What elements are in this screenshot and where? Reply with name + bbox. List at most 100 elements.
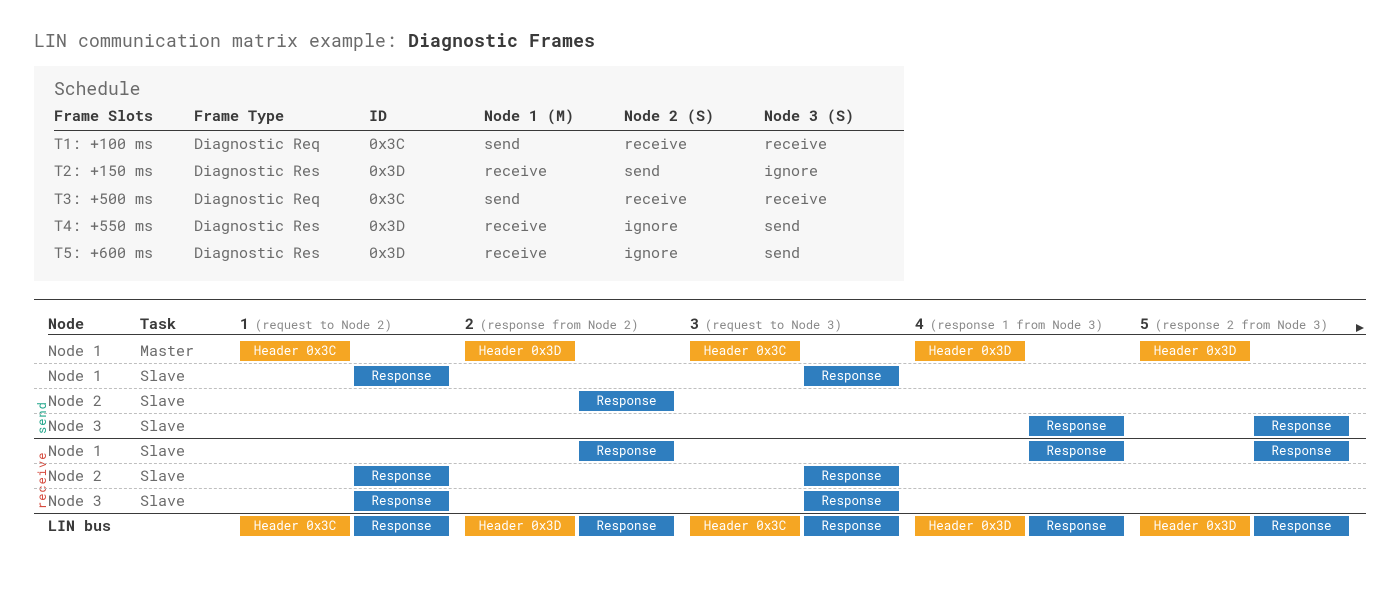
response-chip: Response [1254,516,1349,536]
schedule-id: 0x3D [369,158,484,185]
schedule-type: Diagnostic Res [194,213,369,240]
timeline-cell: Header 0x3C Response [684,516,909,536]
schedule-node1: receive [484,158,624,185]
schedule-id: 0x3C [369,186,484,213]
timeline-cell: Response [234,491,459,511]
response-chip: Response [1029,516,1124,536]
title-strong: Diagnostic Frames [408,28,595,52]
response-chip: Response [1029,416,1124,436]
timeline-row: Node 3 Slave Response Response [34,488,1366,513]
schedule-type: Diagnostic Res [194,240,369,267]
timeline-header-row: Node Task 1 (request to Node 2) 2 (respo… [34,310,1366,338]
page-title: LIN communication matrix example: Diagno… [34,28,1366,52]
schedule-type: Diagnostic Req [194,131,369,159]
timeline-panel: Node Task 1 (request to Node 2) 2 (respo… [34,310,1366,538]
response-chip: Response [1254,441,1349,461]
schedule-node1: receive [484,213,624,240]
node-label: Node 2 [48,391,140,411]
response-chip: Response [804,491,899,511]
section-divider [34,299,1366,300]
schedule-node2: ignore [624,240,764,267]
schedule-node2: receive [624,131,764,159]
timeline-cell: Response [459,391,684,411]
timeline-row: Node 1 Slave Response Response [34,363,1366,388]
schedule-node1: send [484,131,624,159]
timeline-cell: Header 0x3D [909,341,1134,361]
header-chip: Header 0x3D [1140,341,1250,361]
node-label: Node 1 [48,366,140,386]
schedule-node3: receive [764,186,904,213]
schedule-row: T4: +550 ms Diagnostic Res 0x3D receive … [54,213,904,240]
title-prefix: LIN communication matrix example: [34,28,408,52]
header-chip: Header 0x3C [690,516,800,536]
slot-desc: (response from Node 2) [480,317,638,333]
schedule-col-header: Node 2 (S) [624,104,764,131]
timeline-row: Node 1 Slave Response Response Response [34,438,1366,463]
task-label: Slave [140,391,185,411]
schedule-node3: ignore [764,158,904,185]
node-label: Node 2 [48,466,140,486]
schedule-id: 0x3D [369,240,484,267]
schedule-row: T1: +100 ms Diagnostic Req 0x3C send rec… [54,131,904,159]
header-chip: Header 0x3C [240,516,350,536]
node-label: Node 3 [48,416,140,436]
slot-number: 4 [915,314,924,334]
timeline-cell: Header 0x3D [459,341,684,361]
task-label: Master [140,341,194,361]
schedule-id: 0x3D [369,213,484,240]
task-label: Slave [140,491,185,511]
schedule-col-header: Frame Slots [54,104,194,131]
schedule-panel: Schedule Frame SlotsFrame TypeIDNode 1 (… [34,66,904,281]
node-label: Node 1 [48,341,140,361]
header-chip: Header 0x3C [690,341,800,361]
header-chip: Header 0x3D [915,341,1025,361]
timeline-cell: Response [234,366,459,386]
schedule-node3: send [764,240,904,267]
timeline-cell: Header 0x3D Response [1134,516,1359,536]
timeline-cell: Header 0x3D [1134,341,1359,361]
timeline-cell: Response [684,366,909,386]
header-chip: Header 0x3D [915,516,1025,536]
schedule-row: T2: +150 ms Diagnostic Res 0x3D receive … [54,158,904,185]
node-label: LIN bus [48,516,140,536]
schedule-row: T5: +600 ms Diagnostic Res 0x3D receive … [54,240,904,267]
schedule-slot: T5: +600 ms [54,240,194,267]
response-chip: Response [1029,441,1124,461]
schedule-node1: receive [484,240,624,267]
response-chip: Response [1254,416,1349,436]
response-chip: Response [354,366,449,386]
schedule-type: Diagnostic Res [194,158,369,185]
timeline-cell: Header 0x3D Response [909,516,1134,536]
timeline-slot-header: 4 (response 1 from Node 3) [909,314,1134,334]
timeline-head-task: Task [140,314,176,334]
response-chip: Response [804,366,899,386]
slot-desc: (response 1 from Node 3) [930,317,1103,333]
timeline-master-row: Node 1 Master Header 0x3C Header 0x3D He… [34,338,1366,363]
timeline-head-node: Node [48,314,140,334]
response-chip: Response [804,466,899,486]
response-chip: Response [579,441,674,461]
slot-number: 3 [690,314,699,334]
timeline-cell: Response [684,466,909,486]
slot-desc: (request to Node 3) [705,317,842,333]
schedule-node1: send [484,186,624,213]
timeline-cell: Response [684,491,909,511]
header-chip: Header 0x3D [465,516,575,536]
schedule-col-header: ID [369,104,484,131]
header-chip: Header 0x3D [465,341,575,361]
timeline-slot-header: 1 (request to Node 2) [234,314,459,334]
timeline-cell: Header 0x3D Response [459,516,684,536]
timeline-slot-header: 5 (response 2 from Node 3) [1134,314,1359,334]
timeline-cell: Response [909,416,1134,436]
timeline-linbus-row: LIN bus Header 0x3C Response Header 0x3D… [34,513,1366,538]
schedule-node3: receive [764,131,904,159]
task-label: Slave [140,366,185,386]
response-chip: Response [579,516,674,536]
timeline-cell: Response [459,441,684,461]
response-chip: Response [354,491,449,511]
timeline-cell: Header 0x3C [234,341,459,361]
slot-number: 2 [465,314,474,334]
node-label: Node 1 [48,441,140,461]
slot-number: 1 [240,314,249,334]
timeline-row: Node 3 Slave Response Response [34,413,1366,438]
